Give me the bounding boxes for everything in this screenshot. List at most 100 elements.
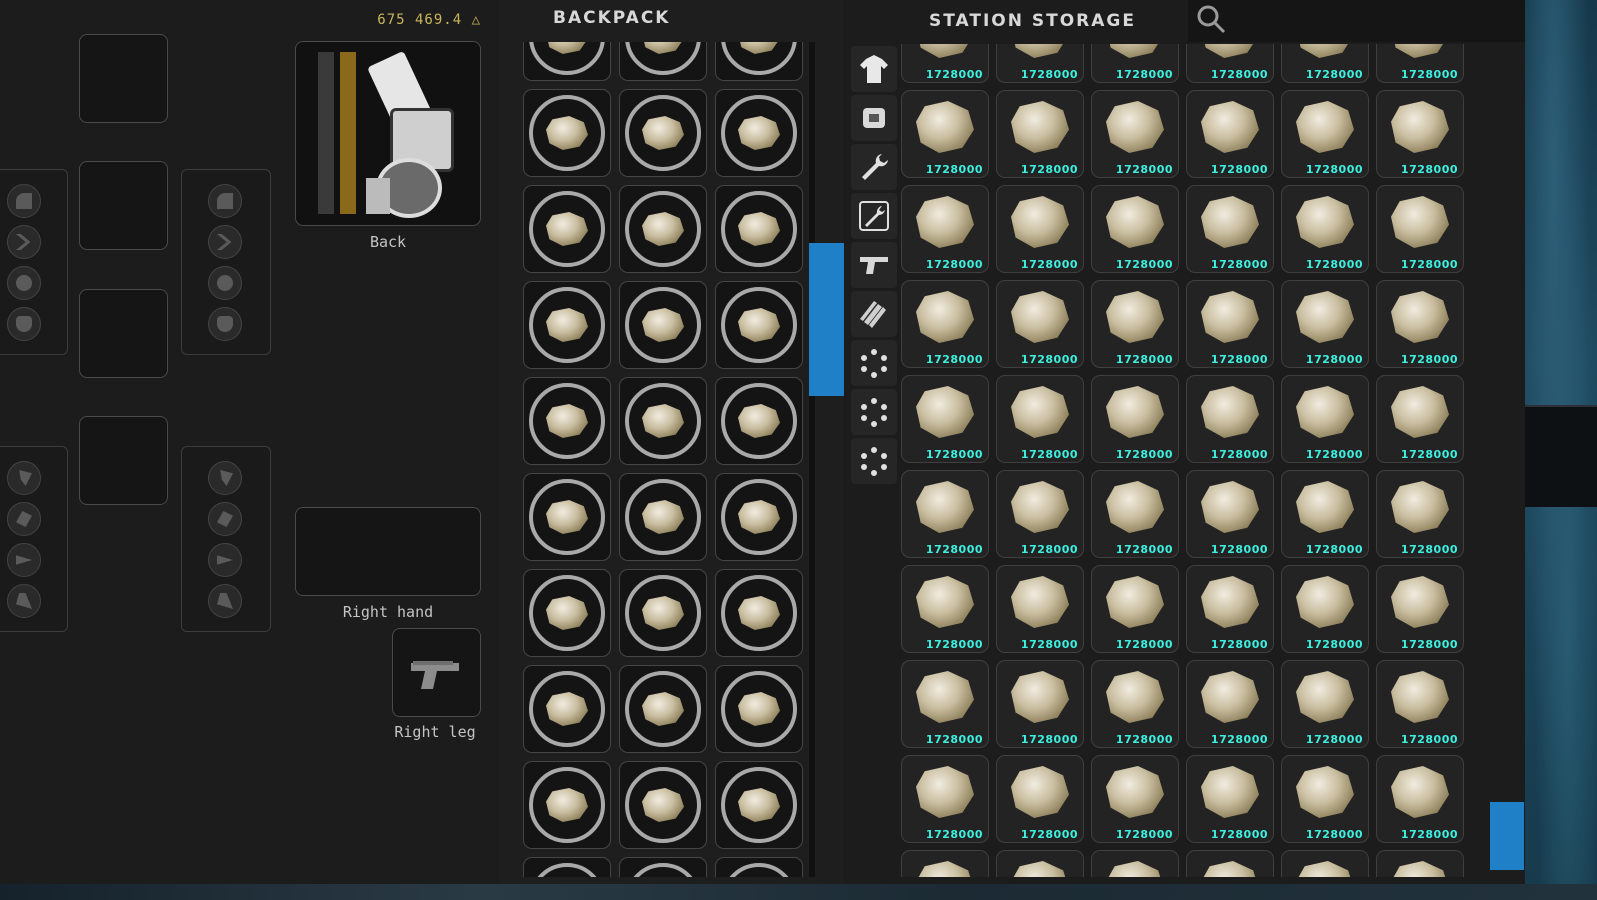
shield-slot-icon[interactable] (208, 266, 242, 300)
category-ammo-button[interactable] (851, 291, 897, 337)
storage-slot[interactable]: 1728000 (1186, 755, 1274, 843)
storage-slot[interactable]: 1728000 (996, 90, 1084, 178)
category-dots-button[interactable] (851, 340, 897, 386)
storage-slot[interactable]: 1728000 (1281, 280, 1369, 368)
storage-search-box[interactable] (1188, 0, 1525, 42)
backpack-slot[interactable] (523, 569, 611, 657)
backpack-slot[interactable] (523, 665, 611, 753)
storage-slot[interactable]: 1728000 (1376, 470, 1464, 558)
storage-grid[interactable]: 1728000 1728000 1728000 1728000 1728000 17280… (901, 44, 1481, 877)
storage-slot[interactable]: 1728000 (1376, 280, 1464, 368)
backpack-slot[interactable] (523, 185, 611, 273)
backpack-slot[interactable] (619, 761, 707, 849)
backpack-slot[interactable] (523, 281, 611, 369)
boot-slot-icon[interactable] (7, 584, 41, 618)
backpack-slot[interactable] (715, 761, 803, 849)
backpack-slot[interactable] (523, 857, 611, 877)
storage-slot[interactable]: 1728000 (1091, 185, 1179, 273)
backpack-slot[interactable] (619, 377, 707, 465)
storage-slot[interactable]: 1728000 (1091, 470, 1179, 558)
storage-slot[interactable]: 1728000 (901, 660, 989, 748)
storage-slot[interactable]: 1728000 (901, 185, 989, 273)
head-slot[interactable] (79, 34, 168, 123)
chest-slot[interactable] (79, 161, 168, 250)
storage-slot[interactable]: 1728000 (1281, 375, 1369, 463)
storage-slot[interactable]: 1728000 (1186, 44, 1274, 83)
backpack-slot[interactable] (715, 569, 803, 657)
backpack-slot[interactable] (715, 377, 803, 465)
storage-slot[interactable]: 1728000 (1091, 375, 1179, 463)
backpack-slot[interactable] (619, 42, 707, 81)
glove-slot-icon[interactable] (208, 307, 242, 341)
storage-slot[interactable]: 1728000 (1376, 660, 1464, 748)
armor-slot-icon[interactable] (208, 184, 242, 218)
shin-slot-icon[interactable] (7, 543, 41, 577)
leg-slot-icon[interactable] (7, 461, 41, 495)
storage-slot[interactable]: 1728000 (1281, 565, 1369, 653)
storage-slot[interactable]: 1728000 (996, 470, 1084, 558)
legs-slot[interactable] (79, 416, 168, 505)
storage-slot[interactable]: 1728000 (1186, 280, 1274, 368)
category-pistol-button[interactable] (851, 242, 897, 288)
belt-slot[interactable] (79, 289, 168, 378)
storage-slot[interactable]: 1728000 (1281, 470, 1369, 558)
storage-slot[interactable] (996, 850, 1084, 877)
storage-slot[interactable]: 1728000 (996, 280, 1084, 368)
storage-slot[interactable]: 1728000 (1376, 375, 1464, 463)
storage-slot[interactable]: 1728000 (1281, 44, 1369, 83)
backpack-slot[interactable] (715, 281, 803, 369)
backpack-slot[interactable] (619, 473, 707, 561)
storage-slot[interactable]: 1728000 (996, 660, 1084, 748)
backpack-slot[interactable] (523, 473, 611, 561)
storage-slot[interactable]: 1728000 (1091, 280, 1179, 368)
storage-slot[interactable]: 1728000 (901, 470, 989, 558)
backpack-slot[interactable] (523, 42, 611, 81)
backpack-slot[interactable] (523, 89, 611, 177)
storage-slot[interactable]: 1728000 (901, 280, 989, 368)
storage-slot[interactable]: 1728000 (1376, 755, 1464, 843)
storage-slot[interactable] (1186, 850, 1274, 877)
backpack-slot[interactable] (715, 857, 803, 877)
backpack-slot[interactable] (619, 569, 707, 657)
storage-slot[interactable]: 1728000 (996, 375, 1084, 463)
backpack-slot[interactable] (523, 761, 611, 849)
category-armor-button[interactable] (851, 95, 897, 141)
storage-slot[interactable]: 1728000 (901, 44, 989, 83)
storage-slot[interactable] (901, 850, 989, 877)
storage-slot[interactable]: 1728000 (996, 44, 1084, 83)
category-tool-frame-button[interactable] (851, 193, 897, 239)
storage-slot[interactable]: 1728000 (901, 565, 989, 653)
storage-slot[interactable]: 1728000 (1281, 660, 1369, 748)
storage-slot[interactable] (1376, 850, 1464, 877)
backpack-slot[interactable] (715, 89, 803, 177)
storage-slot[interactable]: 1728000 (1376, 44, 1464, 83)
storage-slot[interactable]: 1728000 (996, 185, 1084, 273)
storage-slot[interactable]: 1728000 (901, 90, 989, 178)
storage-slot[interactable]: 1728000 (1091, 660, 1179, 748)
storage-slot[interactable]: 1728000 (1281, 185, 1369, 273)
chevron-slot-icon[interactable] (208, 225, 242, 259)
storage-slot[interactable]: 1728000 (1186, 470, 1274, 558)
storage-slot[interactable]: 1728000 (1091, 90, 1179, 178)
glove-slot-icon[interactable] (7, 307, 41, 341)
storage-slot[interactable]: 1728000 (1186, 185, 1274, 273)
storage-slot[interactable]: 1728000 (1091, 565, 1179, 653)
backpack-slot[interactable] (715, 665, 803, 753)
backpack-slot[interactable] (619, 185, 707, 273)
armor-slot-icon[interactable] (7, 184, 41, 218)
storage-scroll-thumb[interactable] (1490, 802, 1524, 870)
storage-slot[interactable]: 1728000 (1376, 185, 1464, 273)
knee-slot-icon[interactable] (208, 502, 242, 536)
backpack-slot[interactable] (715, 473, 803, 561)
category-wrench-button[interactable] (851, 144, 897, 190)
backpack-slot[interactable] (619, 89, 707, 177)
storage-slot[interactable]: 1728000 (996, 565, 1084, 653)
backpack-grid[interactable] (523, 42, 813, 877)
back-slot[interactable] (295, 41, 481, 226)
storage-slot[interactable]: 1728000 (901, 375, 989, 463)
storage-slot[interactable]: 1728000 (1186, 375, 1274, 463)
knee-slot-icon[interactable] (7, 502, 41, 536)
storage-slot[interactable]: 1728000 (901, 755, 989, 843)
storage-slot[interactable] (1281, 850, 1369, 877)
storage-slot[interactable] (1091, 850, 1179, 877)
